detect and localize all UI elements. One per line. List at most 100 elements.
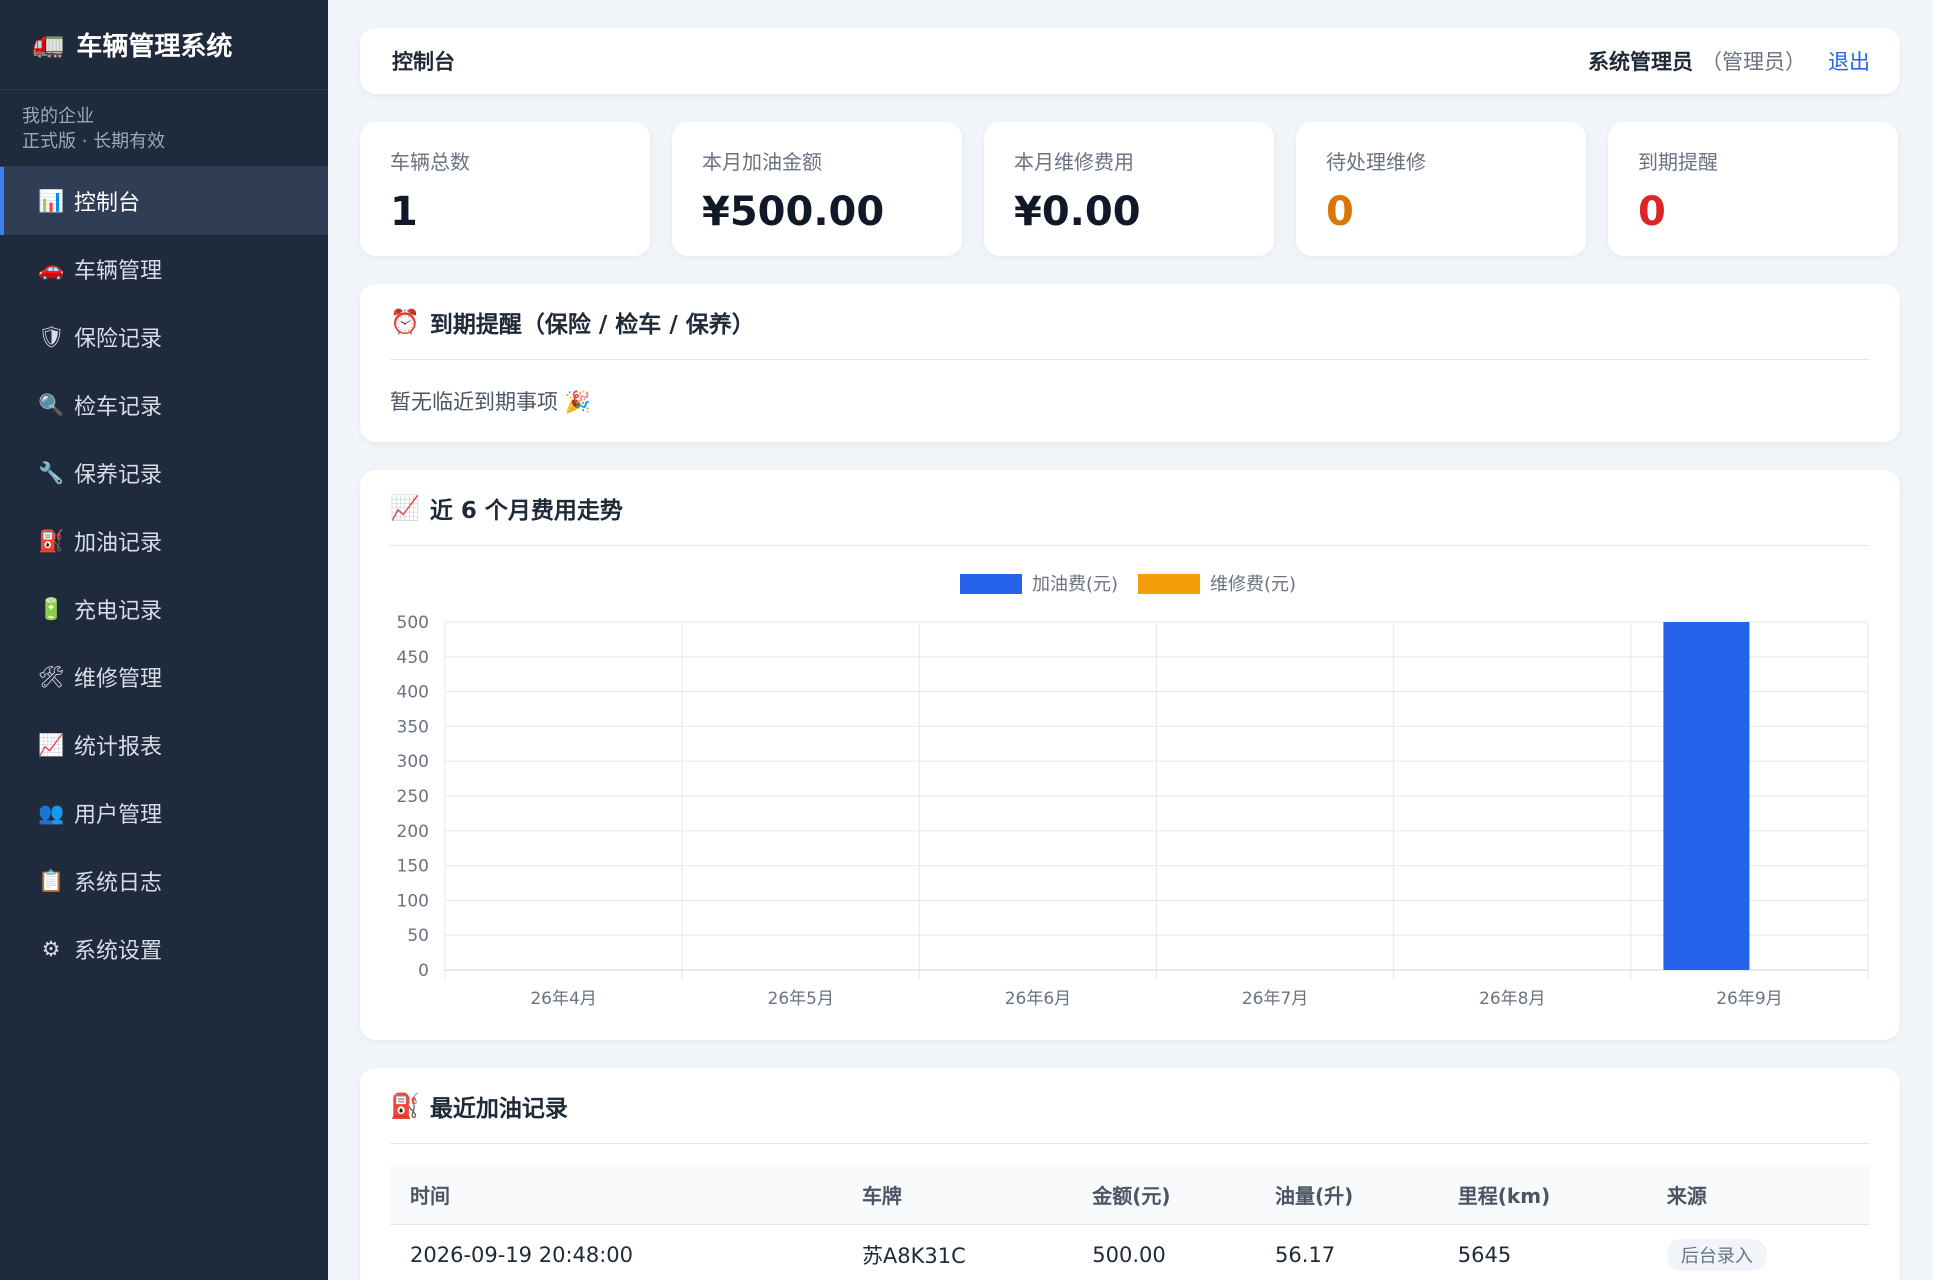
- stat-label: 待处理维修: [1326, 150, 1426, 174]
- bar-fuel: [1663, 622, 1750, 970]
- main-content: 控制台 系统管理员 （管理员） 退出 车辆总数 1 本月加油金额 ¥500.00 本月维…: [360, 28, 1900, 1280]
- stat-value: 0: [1326, 189, 1354, 235]
- y-tick-label: 0: [418, 961, 429, 981]
- sidebar-item-9[interactable]: 👥 用户管理: [0, 779, 328, 847]
- y-tick-label: 500: [397, 613, 429, 633]
- sidebar-item-label: 控制台: [74, 191, 141, 216]
- section-title: 到期提醒（保险 / 检车 / 保养）: [429, 311, 755, 338]
- truck-icon: 🚛: [32, 29, 65, 60]
- sidebar-item-1[interactable]: 🚗 车辆管理: [0, 235, 328, 303]
- user-name: 系统管理员: [1588, 50, 1693, 74]
- legend-swatch: [960, 574, 1022, 594]
- sidebar-item-5[interactable]: ⛽ 加油记录: [0, 507, 328, 575]
- sidebar-item-6[interactable]: 🔋 充电记录: [0, 575, 328, 643]
- sidebar-item-label: 加油记录: [74, 531, 163, 556]
- sidebar-item-label: 统计报表: [74, 735, 163, 760]
- cost-trend-panel: 📈 近 6 个月费用走势 加油费(元) 维修费(元) 0 50 100 150 200 250…: [360, 470, 1900, 1040]
- sidebar-item-3[interactable]: 🔍 检车记录: [0, 371, 328, 439]
- column-header: 车牌: [841, 1166, 1073, 1225]
- sidebar-item-2[interactable]: 🛡 保险记录: [0, 303, 328, 371]
- stat-label: 本月维修费用: [1014, 150, 1134, 174]
- user-area: 系统管理员 （管理员） 退出: [1588, 46, 1870, 76]
- sidebar-item-10[interactable]: 📋 系统日志: [0, 847, 328, 915]
- recent-fuel-table: 时间 车牌 金额(元) 油量(升) 里程(km) 来源 2026-09-19 20:48:…: [390, 1166, 1870, 1280]
- cell-volume: 56.17: [1275, 1243, 1336, 1268]
- y-tick-label: 350: [397, 717, 429, 737]
- alarm-clock-icon: ⏰: [390, 307, 420, 336]
- y-tick-label: 50: [407, 926, 429, 946]
- x-tick-label: 26年6月: [1005, 989, 1071, 1009]
- table-row: 2026-09-19 20:48:00 苏A8K31C 500.00 56.17 564…: [390, 1224, 1870, 1280]
- sidebar-item-label: 检车记录: [74, 395, 163, 420]
- y-tick-label: 400: [397, 683, 429, 703]
- sidebar-item-label: 保险记录: [74, 327, 163, 352]
- column-header: 金额(元): [1072, 1166, 1256, 1225]
- y-tick-label: 100: [397, 891, 429, 911]
- repair-cost-card: 本月维修费用 ¥0.00: [984, 122, 1274, 256]
- vehicle-count-card: 车辆总数 1: [360, 122, 650, 256]
- column-header: 时间: [390, 1166, 842, 1225]
- search-icon: 🔍: [38, 392, 65, 417]
- column-header: 来源: [1646, 1166, 1870, 1225]
- logout-link[interactable]: 退出: [1828, 46, 1870, 76]
- stat-value: 0: [1638, 189, 1666, 235]
- section-header: ⏰ 到期提醒（保险 / 检车 / 保养）: [390, 284, 1870, 360]
- users-icon: 👥: [38, 800, 65, 825]
- table-header-row: 时间 车牌 金额(元) 油量(升) 里程(km) 来源: [390, 1166, 1870, 1225]
- expiry-alert-card: 到期提醒 0: [1608, 122, 1898, 256]
- section-title: 最近加油记录: [429, 1095, 568, 1122]
- empty-state-text: 暂无临近到期事项 🎉: [390, 390, 591, 414]
- clipboard-icon: 📋: [38, 868, 65, 893]
- sidebar-item-label: 系统日志: [74, 871, 163, 896]
- source-badge: 后台录入: [1666, 1239, 1767, 1272]
- column-header: 里程(km): [1437, 1166, 1647, 1225]
- fuel-pump-icon: ⛽: [390, 1091, 420, 1120]
- x-tick-label: 26年5月: [768, 989, 834, 1009]
- x-tick-label: 26年7月: [1242, 989, 1308, 1009]
- sidebar-item-11[interactable]: ⚙ 系统设置: [0, 915, 328, 983]
- org-name: 我的企业: [22, 106, 94, 127]
- legend-label: 维修费(元): [1210, 574, 1296, 595]
- y-tick-label: 200: [397, 822, 429, 842]
- y-tick-label: 150: [397, 857, 429, 877]
- tools-icon: 🛠: [38, 664, 65, 689]
- stat-value: ¥0.00: [1014, 189, 1141, 235]
- y-tick-label: 250: [397, 787, 429, 807]
- fuel-pump-icon: ⛽: [38, 528, 65, 553]
- x-tick-label: 26年4月: [530, 989, 596, 1009]
- y-tick-label: 450: [397, 648, 429, 668]
- pending-repair-card: 待处理维修 0: [1296, 122, 1586, 256]
- fuel-amount-card: 本月加油金额 ¥500.00: [672, 122, 962, 256]
- cell-amount: 500.00: [1092, 1243, 1166, 1268]
- app-title: 车辆管理系统: [76, 32, 233, 62]
- stat-value: 1: [390, 189, 418, 235]
- table-body: 2026-09-19 20:48:00 苏A8K31C 500.00 56.17 564…: [390, 1224, 1870, 1280]
- recent-fuel-panel: ⛽ 最近加油记录 时间 车牌 金额(元) 油量(升) 里程(km) 来源 2026-09-…: [360, 1068, 1900, 1280]
- sidebar-item-label: 充电记录: [74, 599, 163, 624]
- sidebar: 🚛 车辆管理系统 我的企业 正式版 · 长期有效 📊 控制台 🚗 车辆管理 🛡 保险记录 🔍…: [0, 0, 328, 1280]
- x-tick-label: 26年8月: [1479, 989, 1545, 1009]
- stats-row: 车辆总数 1 本月加油金额 ¥500.00 本月维修费用 ¥0.00 待处理维修 0 到期提醒 0: [360, 122, 1900, 256]
- sidebar-item-4[interactable]: 🔧 保养记录: [0, 439, 328, 507]
- expiry-reminder-panel: ⏰ 到期提醒（保险 / 检车 / 保养） 暂无临近到期事项 🎉: [360, 284, 1900, 442]
- sidebar-item-label: 用户管理: [74, 803, 163, 828]
- sidebar-item-8[interactable]: 📈 统计报表: [0, 711, 328, 779]
- cell-source: 后台录入: [1647, 1224, 1870, 1280]
- x-tick-label: 26年9月: [1716, 989, 1782, 1009]
- chart-icon: 📈: [38, 732, 65, 757]
- wrench-icon: 🔧: [38, 460, 65, 485]
- sidebar-nav: 📊 控制台 🚗 车辆管理 🛡 保险记录 🔍 检车记录 🔧 保养记录 ⛽ 加油记录 🔋 充电记录 🛠 维修管理 📈…: [0, 167, 328, 983]
- cost-trend-chart: 加油费(元) 维修费(元) 0 50 100 150 200 250 300 350 400 450 5…: [397, 574, 1869, 1009]
- column-header: 油量(升): [1255, 1166, 1438, 1225]
- sidebar-item-0[interactable]: 📊 控制台: [0, 167, 328, 235]
- cell-mileage: 5645: [1457, 1243, 1512, 1268]
- sidebar-item-label: 系统设置: [74, 939, 163, 964]
- cell-plate: 苏A8K31C: [861, 1244, 966, 1269]
- y-tick-label: 300: [397, 752, 429, 772]
- sidebar-item-label: 保养记录: [74, 463, 163, 488]
- sidebar-item-7[interactable]: 🛠 维修管理: [0, 643, 328, 711]
- cell-time: 2026-09-19 20:48:00: [410, 1243, 634, 1268]
- stat-label: 到期提醒: [1638, 150, 1718, 174]
- stat-label: 车辆总数: [390, 150, 470, 174]
- battery-icon: 🔋: [38, 596, 65, 621]
